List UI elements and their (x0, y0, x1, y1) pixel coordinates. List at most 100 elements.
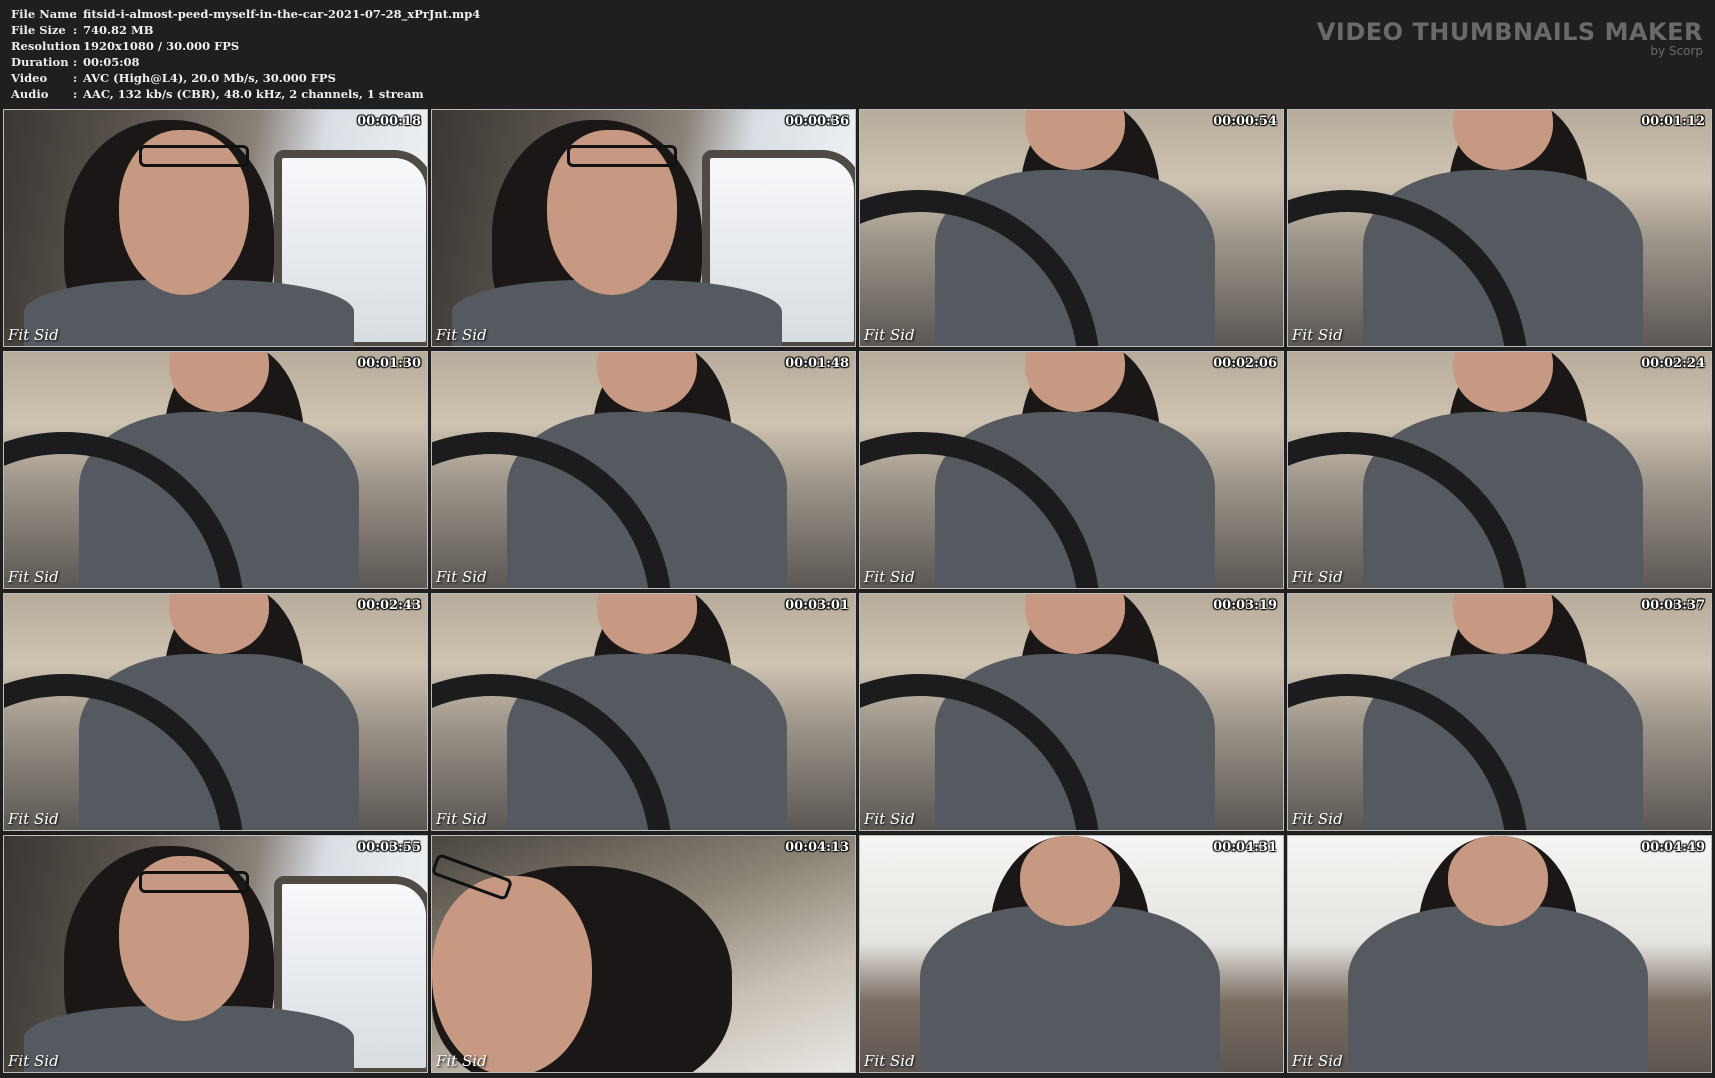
thumbnail-timestamp: 00:01:48 (785, 356, 849, 371)
face-shape (1448, 836, 1548, 926)
video-thumbnail[interactable]: 00:02:06 Fit Sid (859, 351, 1284, 589)
thumbnail-watermark: Fit Sid (436, 1052, 487, 1070)
info-value: 00:05:08 (83, 55, 140, 69)
video-thumbnail[interactable]: 00:01:30 Fit Sid (3, 351, 428, 589)
video-thumbnail[interactable]: 00:03:01 Fit Sid (431, 593, 856, 831)
video-thumbnail[interactable]: 00:02:24 Fit Sid (1287, 351, 1712, 589)
file-info: File Name : fitsid-i-almost-peed-myself-… (11, 6, 480, 102)
thumbnail-grid: 00:00:18 Fit Sid 00:00:36 Fit Sid 00:00:54 Fi… (3, 109, 1712, 1073)
info-separator: : (73, 39, 78, 53)
thumbnail-image (432, 836, 855, 1072)
thumbnail-watermark: Fit Sid (436, 810, 487, 828)
info-row-filename: File Name : fitsid-i-almost-peed-myself-… (11, 6, 480, 22)
thumbnail-timestamp: 00:01:30 (357, 356, 421, 371)
video-thumbnail[interactable]: 00:03:55 Fit Sid (3, 835, 428, 1073)
info-value: fitsid-i-almost-peed-myself-in-the-car-2… (83, 7, 481, 21)
thumbnail-watermark: Fit Sid (864, 810, 915, 828)
thumbnail-timestamp: 00:02:24 (1641, 356, 1705, 371)
video-thumbnail[interactable]: 00:01:12 Fit Sid (1287, 109, 1712, 347)
info-row-duration: Duration : 00:05:08 (11, 54, 480, 70)
thumbnail-timestamp: 00:03:01 (785, 598, 849, 613)
thumbnail-image (860, 594, 1283, 830)
thumbnail-image (432, 110, 855, 346)
info-separator: : (73, 55, 78, 69)
thumbnail-timestamp: 00:03:19 (1213, 598, 1277, 613)
thumbnail-timestamp: 00:01:12 (1641, 114, 1705, 129)
glasses-shape (139, 145, 249, 167)
thumbnail-image (1288, 352, 1711, 588)
thumbnail-watermark: Fit Sid (864, 568, 915, 586)
thumbnail-watermark: Fit Sid (8, 326, 59, 344)
thumbnail-watermark: Fit Sid (436, 326, 487, 344)
thumbnail-image (1288, 594, 1711, 830)
thumbnail-image (4, 836, 427, 1072)
info-row-filesize: File Size : 740.82 MB (11, 22, 480, 38)
info-separator: : (73, 87, 78, 101)
video-thumbnail[interactable]: 00:00:54 Fit Sid (859, 109, 1284, 347)
brand-subtitle: by Scorp (1650, 44, 1703, 58)
video-thumbnail[interactable]: 00:00:18 Fit Sid (3, 109, 428, 347)
shirt-shape (1348, 906, 1648, 1072)
thumbnail-timestamp: 00:00:18 (357, 114, 421, 129)
thumbnail-image (432, 352, 855, 588)
info-row-audio: Audio : AAC, 132 kb/s (CBR), 48.0 kHz, 2… (11, 86, 480, 102)
thumbnail-image (4, 594, 427, 830)
thumbnail-image (4, 352, 427, 588)
info-key: Resolution (11, 39, 81, 53)
thumbnail-image (4, 110, 427, 346)
video-thumbnail[interactable]: 00:00:36 Fit Sid (431, 109, 856, 347)
video-thumbnail[interactable]: 00:04:49 Fit Sid (1287, 835, 1712, 1073)
info-value: 740.82 MB (83, 23, 154, 37)
thumbnail-timestamp: 00:04:49 (1641, 840, 1705, 855)
thumbnail-watermark: Fit Sid (864, 1052, 915, 1070)
thumbnail-timestamp: 00:02:43 (357, 598, 421, 613)
video-thumbnail[interactable]: 00:03:37 Fit Sid (1287, 593, 1712, 831)
brand-title: VIDEO THUMBNAILS MAKER (1316, 18, 1703, 46)
shirt-shape (920, 906, 1220, 1072)
thumbnail-watermark: Fit Sid (864, 326, 915, 344)
video-thumbnail[interactable]: 00:02:43 Fit Sid (3, 593, 428, 831)
info-key: Video (11, 71, 48, 85)
thumbnail-watermark: Fit Sid (8, 568, 59, 586)
thumbnail-timestamp: 00:02:06 (1213, 356, 1277, 371)
info-key: Audio (11, 87, 49, 101)
info-row-video: Video : AVC (High@L4), 20.0 Mb/s, 30.000… (11, 70, 480, 86)
face-shape (432, 876, 592, 1072)
thumbnail-timestamp: 00:00:54 (1213, 114, 1277, 129)
info-key: Duration (11, 55, 69, 69)
thumbnail-watermark: Fit Sid (436, 568, 487, 586)
info-value: 1920x1080 / 30.000 FPS (83, 39, 240, 53)
glasses-shape (567, 145, 677, 167)
video-thumbnail[interactable]: 00:04:13 Fit Sid (431, 835, 856, 1073)
thumbnail-timestamp: 00:04:31 (1213, 840, 1277, 855)
thumbnail-watermark: Fit Sid (8, 810, 59, 828)
info-separator: : (73, 71, 78, 85)
thumbnail-image (1288, 110, 1711, 346)
video-thumbnail[interactable]: 00:04:31 Fit Sid (859, 835, 1284, 1073)
info-key: File Name (11, 7, 77, 21)
thumbnail-image (860, 110, 1283, 346)
thumbnail-timestamp: 00:03:55 (357, 840, 421, 855)
header: File Name : fitsid-i-almost-peed-myself-… (0, 0, 1715, 110)
thumbnail-image (432, 594, 855, 830)
thumbnail-watermark: Fit Sid (8, 1052, 59, 1070)
video-thumbnail[interactable]: 00:01:48 Fit Sid (431, 351, 856, 589)
brand-logo: VIDEO THUMBNAILS MAKER by Scorp (1317, 18, 1703, 58)
thumbnail-watermark: Fit Sid (1292, 568, 1343, 586)
thumbnail-image (860, 836, 1283, 1072)
video-thumbnail[interactable]: 00:03:19 Fit Sid (859, 593, 1284, 831)
thumbnail-timestamp: 00:00:36 (785, 114, 849, 129)
glasses-shape (139, 871, 249, 893)
info-value: AVC (High@L4), 20.0 Mb/s, 30.000 FPS (83, 71, 336, 85)
face-shape (1020, 836, 1120, 926)
thumbnail-watermark: Fit Sid (1292, 326, 1343, 344)
thumbnail-timestamp: 00:04:13 (785, 840, 849, 855)
thumbnail-watermark: Fit Sid (1292, 1052, 1343, 1070)
thumbnail-image (860, 352, 1283, 588)
info-separator: : (73, 7, 78, 21)
thumbnail-timestamp: 00:03:37 (1641, 598, 1705, 613)
info-row-resolution: Resolution : 1920x1080 / 30.000 FPS (11, 38, 480, 54)
thumbnail-watermark: Fit Sid (1292, 810, 1343, 828)
info-value: AAC, 132 kb/s (CBR), 48.0 kHz, 2 channel… (83, 87, 424, 101)
info-key: File Size (11, 23, 66, 37)
